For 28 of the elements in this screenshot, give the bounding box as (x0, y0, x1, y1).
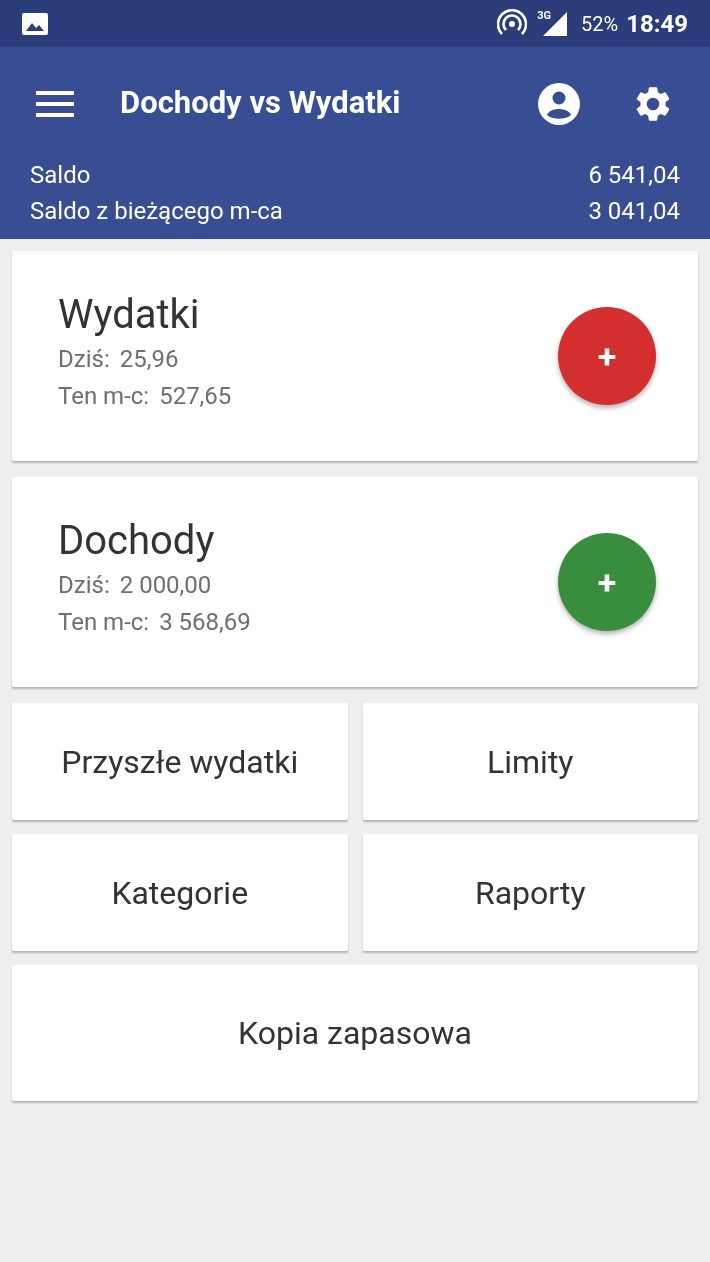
balance-label: Saldo (30, 160, 91, 191)
stat-label: Ten m-c: (58, 607, 150, 638)
account-icon[interactable] (538, 82, 580, 125)
add-button[interactable]: + (558, 533, 656, 631)
stat-label: Ten m-c: (58, 381, 150, 412)
menu-button[interactable]: Limity (362, 703, 698, 820)
stat-value: 25,96 (119, 344, 179, 375)
network-type: 3G (537, 8, 551, 24)
stat-value: 527,65 (159, 381, 232, 412)
image-icon (22, 12, 48, 35)
card-title: Wydatki (58, 290, 201, 340)
battery-percent: 52% (581, 10, 619, 38)
balance-label: Saldo z bieżącego m-ca (30, 196, 283, 227)
card-title: Dochody (58, 516, 216, 566)
balance-value: 6 541,04 (588, 160, 680, 191)
stat-value: 3 568,69 (159, 607, 251, 638)
menu-button[interactable]: Kopia zapasowa (12, 965, 698, 1101)
add-button[interactable]: + (558, 307, 656, 405)
menu-button[interactable]: Przyszłe wydatki (12, 703, 348, 820)
stat-label: Dziś: (58, 344, 110, 375)
menu-button[interactable]: Kategorie (12, 834, 348, 951)
stat-value: 2 000,00 (119, 570, 212, 601)
clock: 18:49 (626, 8, 688, 40)
stat-label: Dziś: (58, 570, 110, 601)
menu-icon[interactable] (36, 89, 74, 118)
app-title: Dochody vs Wydatki (120, 83, 402, 124)
balance-value: 3 041,04 (588, 196, 680, 227)
menu-button[interactable]: Raporty (362, 834, 698, 951)
